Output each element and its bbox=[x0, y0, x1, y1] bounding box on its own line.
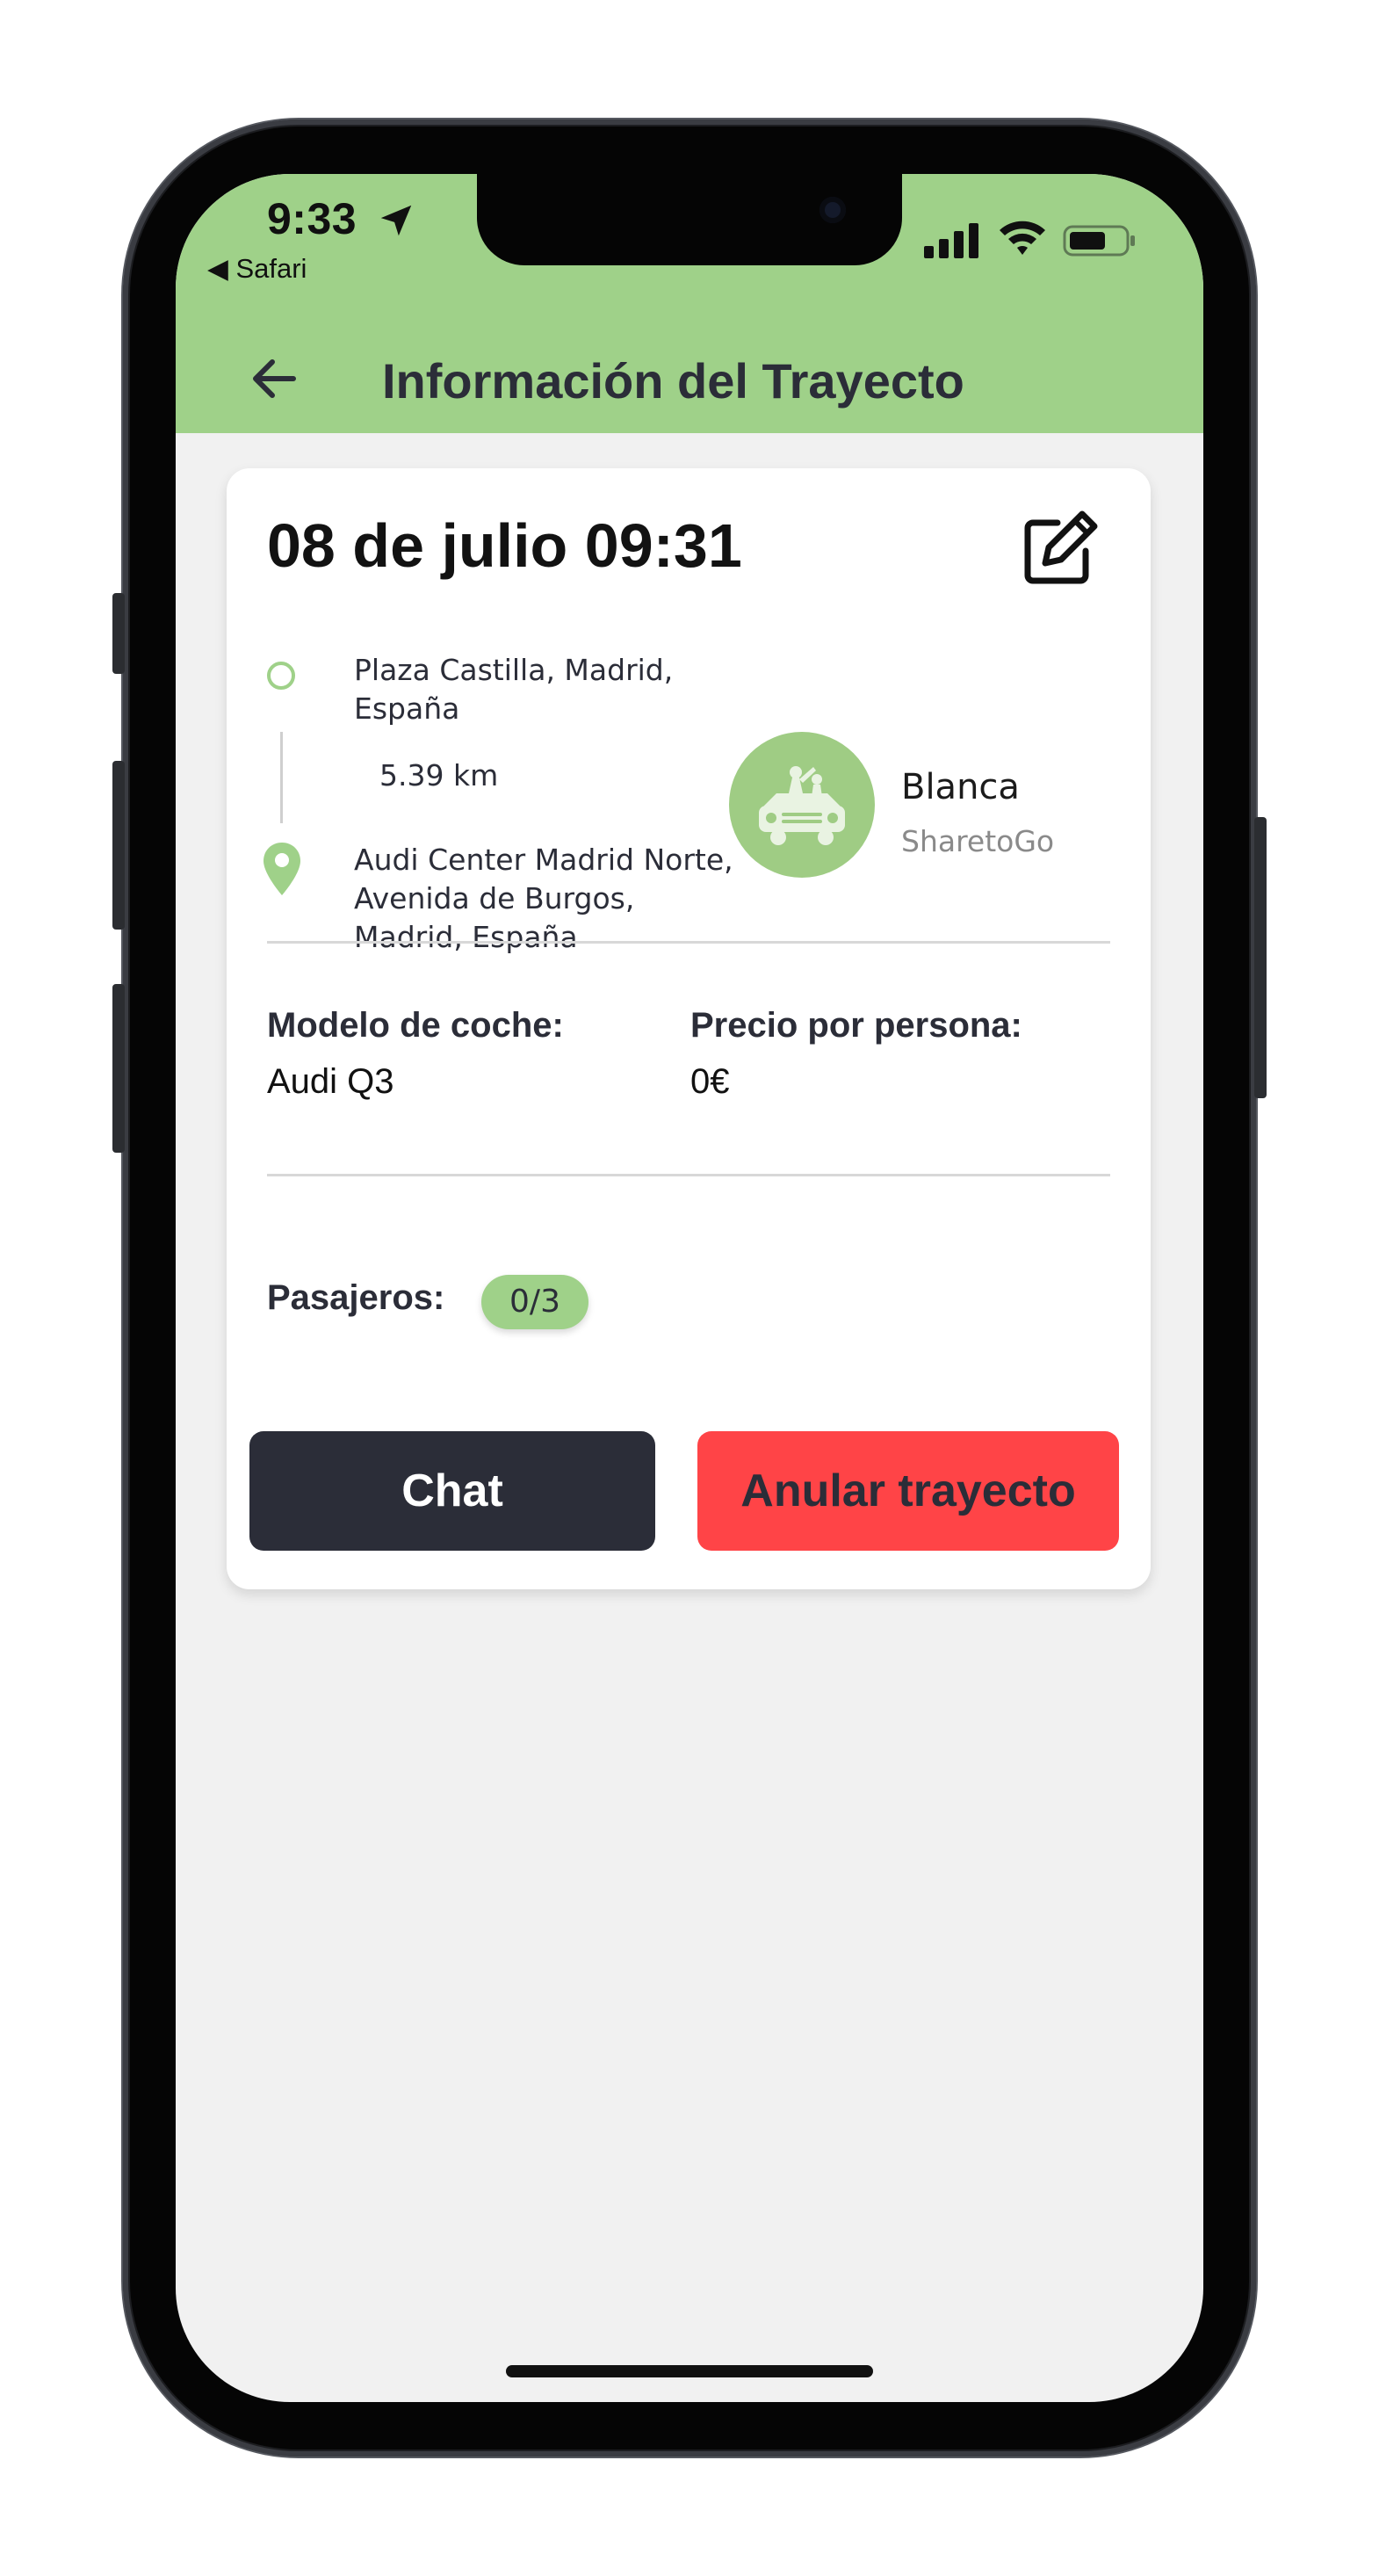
driver-company: SharetoGo bbox=[901, 824, 1055, 858]
route-distance: 5.39 km bbox=[379, 758, 499, 792]
destination-pin-icon bbox=[264, 843, 300, 895]
destination-address: Audi Center Madrid Norte, Avenida de Bur… bbox=[354, 843, 733, 954]
car-model-value: Audi Q3 bbox=[267, 1062, 394, 1101]
origin-dot-icon bbox=[267, 662, 295, 690]
divider bbox=[267, 1174, 1110, 1176]
location-arrow-icon bbox=[380, 205, 412, 236]
wifi-icon bbox=[1000, 221, 1045, 255]
edit-icon[interactable] bbox=[1017, 503, 1105, 591]
notch bbox=[477, 174, 902, 265]
route-line bbox=[280, 732, 283, 823]
price-label: Precio por persona: bbox=[690, 1006, 1022, 1045]
car-model-label: Modelo de coche: bbox=[267, 1006, 564, 1045]
power-button bbox=[1254, 817, 1267, 1098]
driver-avatar bbox=[729, 732, 875, 878]
page-title: Información del Trayecto bbox=[382, 353, 964, 409]
arrow-left-icon[interactable] bbox=[242, 347, 306, 410]
phone-screen: 9:33 ◀ Safari Información del Trayecto 0 bbox=[176, 174, 1203, 2402]
cancel-trip-button[interactable]: Anular trayecto bbox=[697, 1431, 1119, 1551]
car-people-icon bbox=[759, 766, 845, 845]
trip-date: 08 de julio 09:31 bbox=[267, 511, 742, 580]
status-time: 9:33 bbox=[267, 194, 357, 243]
volume-down-button bbox=[112, 984, 125, 1153]
cellular-signal-icon bbox=[924, 223, 978, 258]
origin-address: Plaza Castilla, Madrid, España bbox=[354, 653, 674, 726]
battery-icon bbox=[1063, 225, 1135, 257]
trip-card: 08 de julio 09:31 Plaza Castilla, Madrid… bbox=[227, 468, 1151, 1589]
front-camera bbox=[819, 197, 846, 223]
passengers-count-badge: 0/3 bbox=[481, 1275, 588, 1329]
price-value: 0€ bbox=[690, 1062, 730, 1101]
passengers-label: Pasajeros: bbox=[267, 1278, 445, 1317]
volume-up-button bbox=[112, 761, 125, 930]
divider bbox=[267, 941, 1110, 944]
home-indicator[interactable] bbox=[506, 2365, 873, 2377]
status-bar: 9:33 ◀ Safari bbox=[176, 174, 1203, 328]
chat-button[interactable]: Chat bbox=[249, 1431, 655, 1551]
back-to-app-link[interactable]: ◀ Safari bbox=[207, 253, 307, 285]
silent-switch bbox=[112, 593, 125, 674]
driver-name: Blanca bbox=[901, 767, 1020, 807]
app-header: Información del Trayecto bbox=[176, 328, 1203, 433]
